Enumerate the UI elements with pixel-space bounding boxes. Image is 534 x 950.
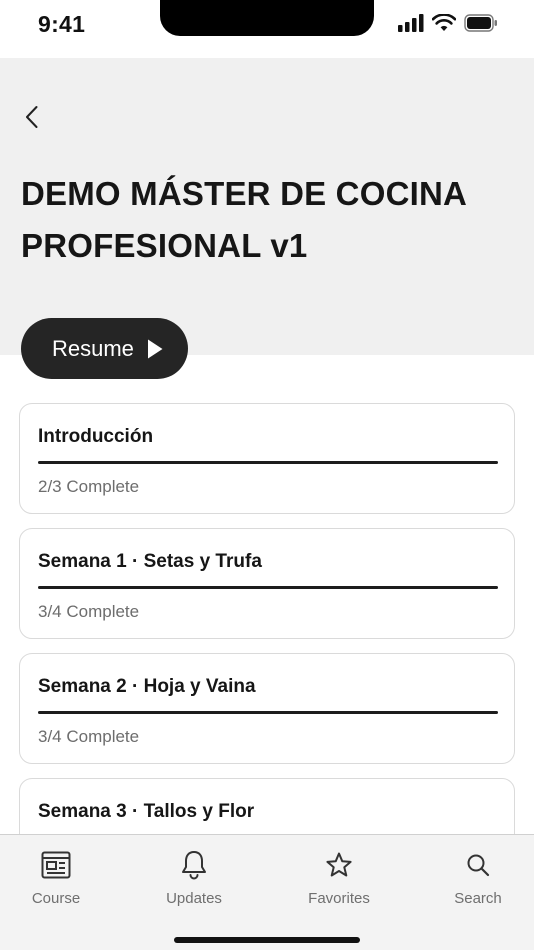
module-title: Introducción [38, 426, 154, 447]
star-icon [289, 849, 389, 881]
tab-updates[interactable]: Updates [144, 849, 244, 907]
module-card[interactable]: Semana 1 · Setas y Trufa 3/4 Complete [19, 528, 515, 639]
chevron-left-icon [26, 106, 38, 128]
resume-label: Resume [52, 335, 134, 361]
cellular-signal-icon [398, 14, 424, 32]
page-title: DEMO MÁSTER DE COCINA PROFESIONAL v1 [21, 175, 466, 264]
tab-favorites[interactable]: Favorites [289, 849, 389, 907]
module-title: Semana 1 · Setas y Trufa [38, 551, 262, 572]
back-button[interactable] [18, 102, 46, 132]
status-icons [398, 14, 498, 32]
module-progress-bar [38, 711, 498, 714]
tab-search[interactable]: Search [428, 849, 528, 907]
status-bar: 9:41 [0, 0, 534, 58]
tab-label: Course [31, 890, 81, 907]
module-title: Semana 3 · Tallos y Flor [38, 801, 255, 822]
wifi-icon [432, 14, 456, 31]
module-progress-bar [38, 461, 498, 464]
bell-icon [144, 849, 244, 881]
tab-label: Search [454, 890, 502, 907]
tab-label: Favorites [308, 890, 370, 907]
tab-bar: Course Updates Favorites Search [0, 834, 534, 950]
module-card[interactable]: Introducción 2/3 Complete [19, 403, 515, 514]
module-card[interactable]: Semana 2 · Hoja y Vaina 3/4 Complete [19, 653, 515, 764]
battery-icon [464, 14, 497, 32]
status-time: 9:41 [38, 11, 86, 37]
module-title: Semana 2 · Hoja y Vaina [38, 676, 256, 697]
module-progress-bar [38, 586, 498, 589]
tab-course[interactable]: Course [6, 849, 106, 907]
course-header: DEMO MÁSTER DE COCINA PROFESIONAL v1 [0, 58, 534, 355]
module-status: 2/3 Complete [38, 477, 140, 496]
device-notch [160, 0, 374, 36]
course-icon [6, 849, 106, 881]
resume-button[interactable]: Resume [21, 318, 188, 379]
search-icon [428, 849, 528, 881]
module-status: 3/4 Complete [38, 727, 140, 746]
home-indicator [174, 937, 360, 943]
play-icon [146, 338, 164, 360]
module-status: 3/4 Complete [38, 602, 140, 621]
tab-label: Updates [166, 890, 222, 907]
